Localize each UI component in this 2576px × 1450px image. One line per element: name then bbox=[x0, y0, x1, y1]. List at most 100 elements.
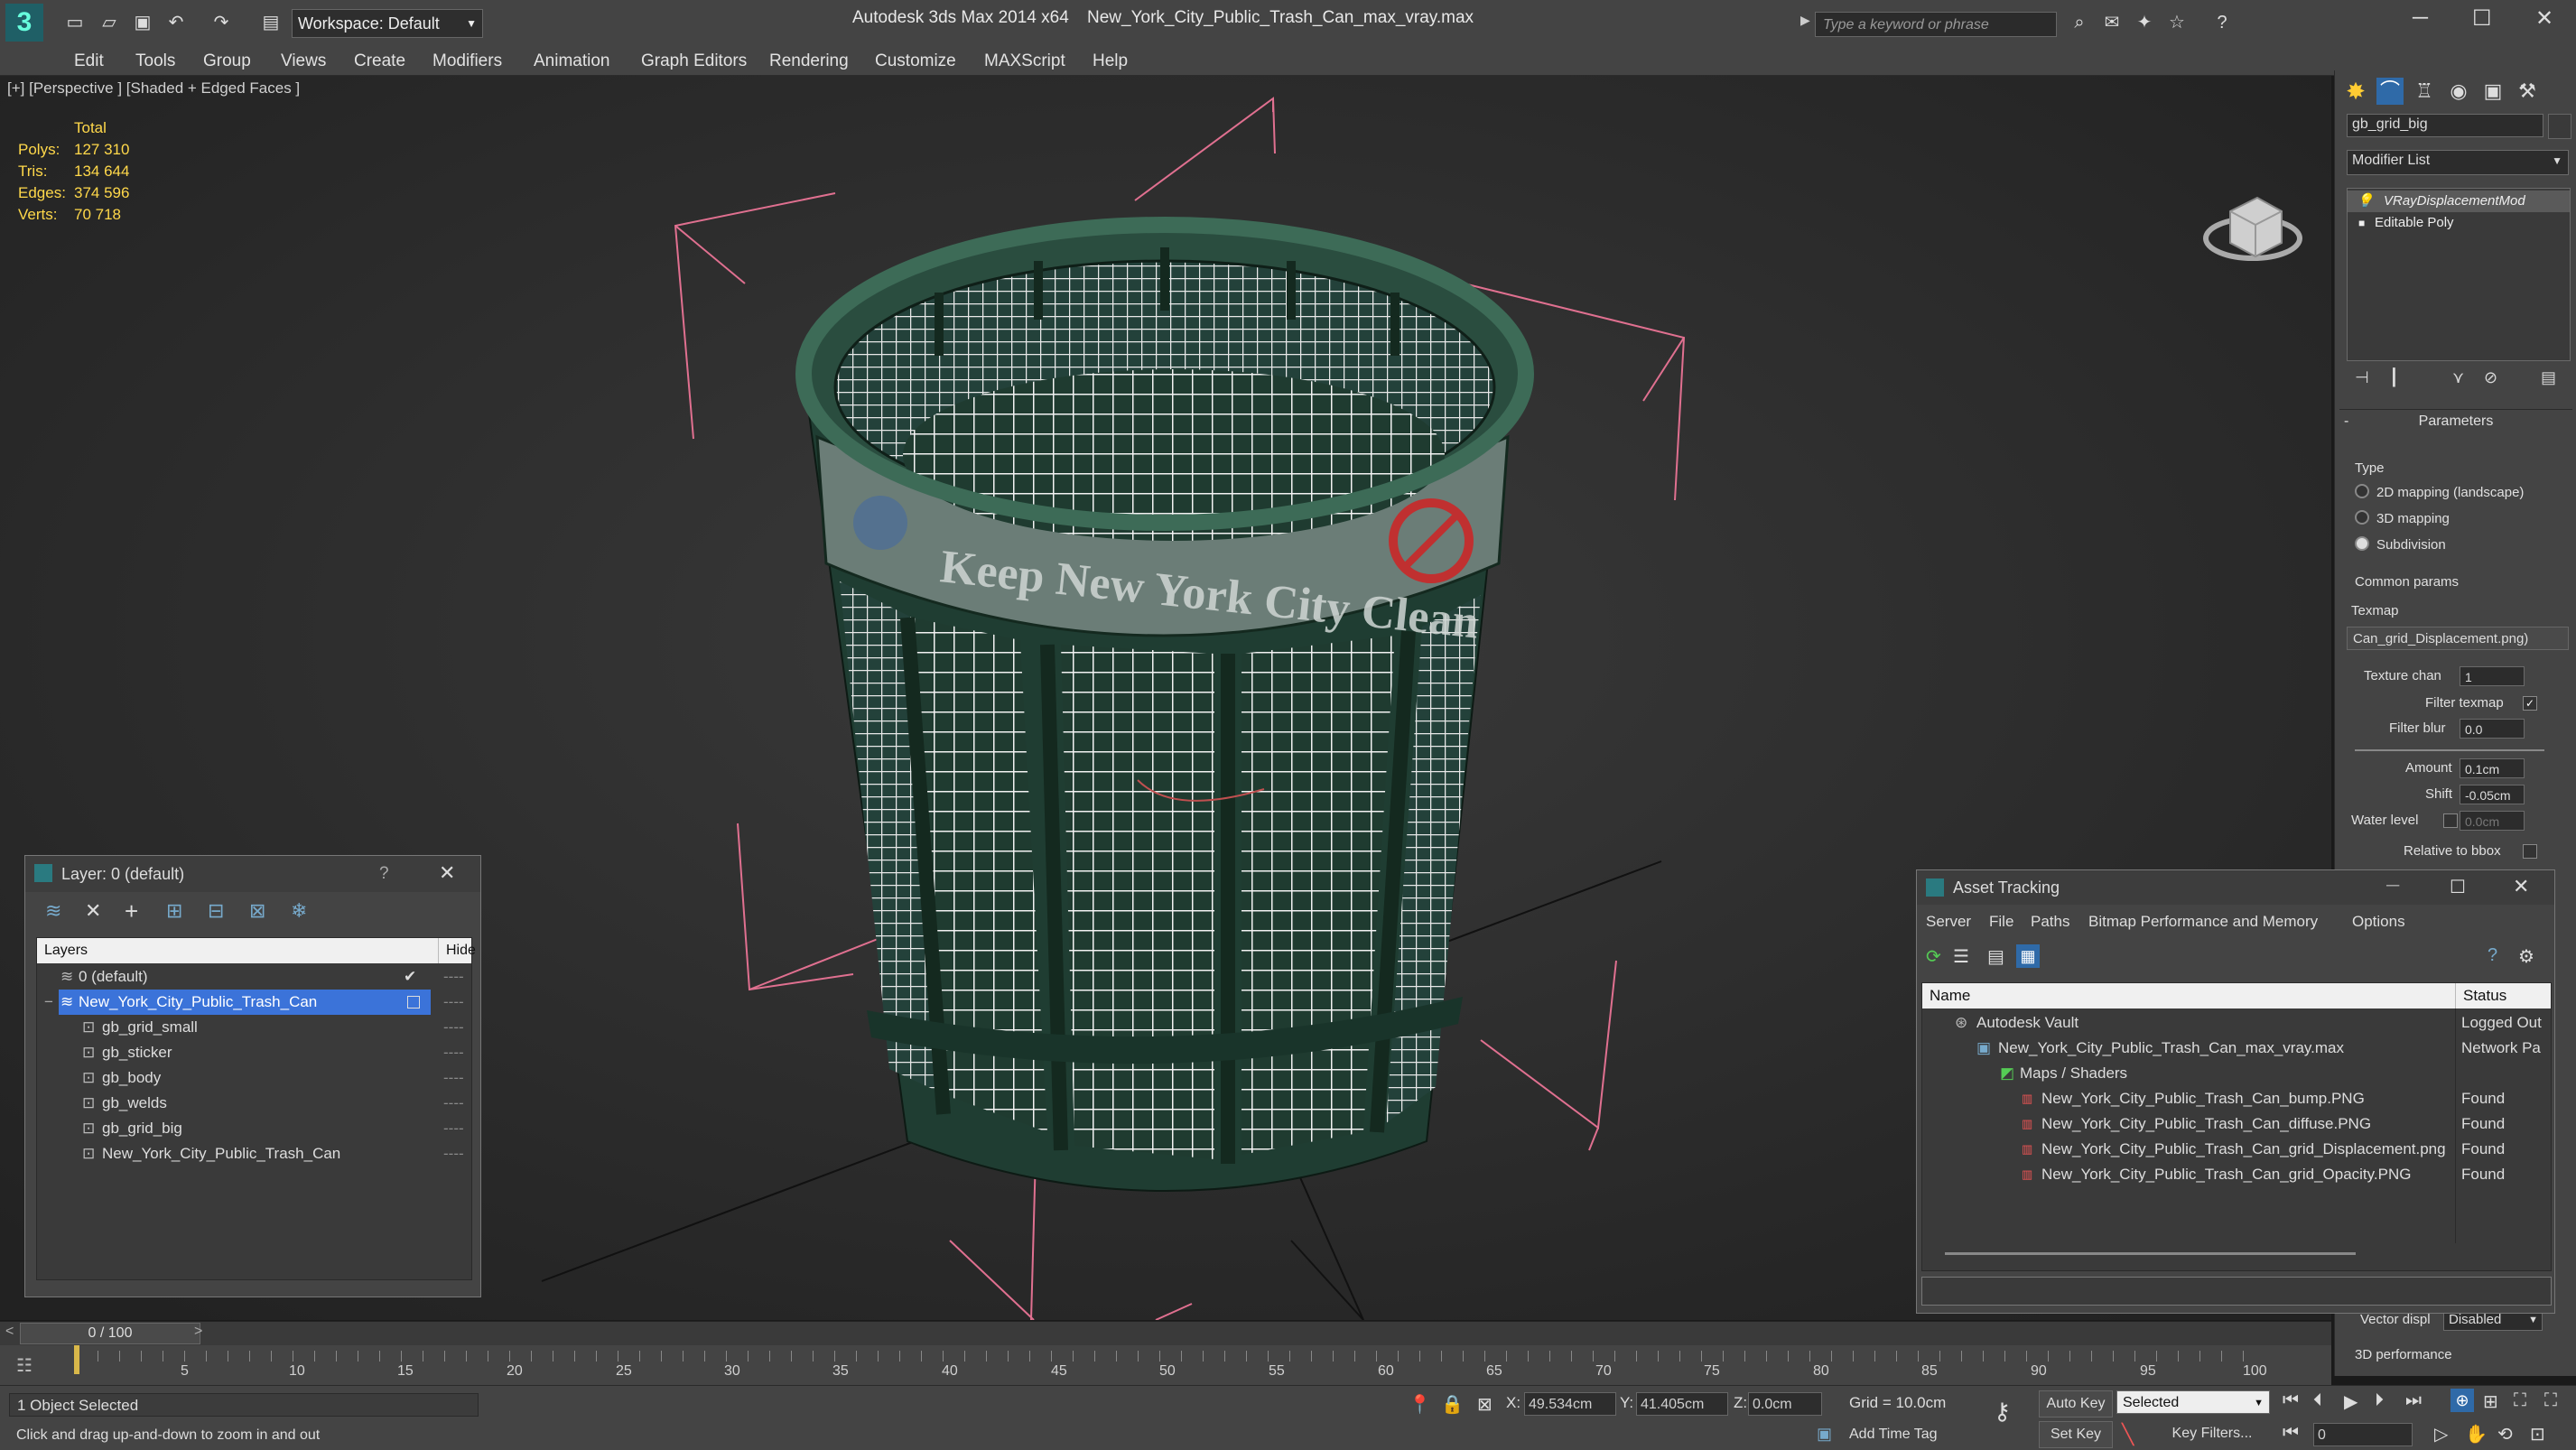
menu-graph-editors[interactable]: Graph Editors bbox=[641, 51, 747, 71]
asset-row[interactable]: ▥ New_York_City_Public_Trash_Can_bump.PNG… bbox=[1922, 1086, 2551, 1111]
hide-toggle[interactable]: ---- bbox=[443, 1116, 464, 1141]
radio-3d-mapping[interactable]: 3D mapping bbox=[2355, 510, 2450, 526]
key-filters-button[interactable]: Key Filters... bbox=[2158, 1421, 2266, 1446]
show-end-result-icon[interactable]: ┃ bbox=[2389, 368, 2399, 387]
help-icon[interactable]: ? bbox=[379, 864, 389, 884]
project-folder-icon[interactable]: ▤ bbox=[259, 11, 283, 34]
relative-bbox-checkbox[interactable] bbox=[2523, 844, 2537, 859]
redo-icon[interactable]: ↷ bbox=[209, 11, 233, 34]
asset-menu-options[interactable]: Options bbox=[2352, 913, 2405, 931]
asset-row[interactable]: ⊛ Autodesk Vault Logged Out bbox=[1922, 1010, 2551, 1036]
help-icon[interactable]: ? bbox=[2488, 945, 2497, 966]
zoom-extents-icon[interactable]: ⛶ bbox=[2514, 1390, 2526, 1411]
x-coordinate-field[interactable]: 49.534cm bbox=[1524, 1392, 1616, 1416]
key-mode-icon[interactable]: ⚷ bbox=[1994, 1398, 2011, 1426]
stack-item-vraydisplacement[interactable]: 💡 VRayDisplacementMod bbox=[2348, 191, 2570, 212]
layer-row[interactable]: ⊡ New_York_City_Public_Trash_Can ---- bbox=[37, 1141, 471, 1167]
maximize-viewport-icon[interactable]: ⊡ bbox=[2530, 1423, 2545, 1445]
water-level-checkbox[interactable] bbox=[2443, 813, 2458, 828]
next-frame-icon[interactable]: > bbox=[194, 1324, 202, 1340]
hide-toggle[interactable]: ---- bbox=[443, 1015, 464, 1040]
radio-subdivision[interactable]: Subdivision bbox=[2355, 536, 2446, 553]
menu-customize[interactable]: Customize bbox=[875, 51, 956, 71]
undo-icon[interactable]: ↶ bbox=[164, 11, 188, 34]
menu-create[interactable]: Create bbox=[354, 51, 405, 71]
next-frame-icon[interactable]: ⏵ bbox=[2375, 1390, 2384, 1411]
app-logo-icon[interactable]: 3 bbox=[5, 4, 43, 42]
amount-spinner[interactable]: 0.1cm bbox=[2460, 758, 2525, 778]
minimize-icon[interactable]: ─ bbox=[2386, 876, 2399, 897]
binoculars-icon[interactable]: ⌕ bbox=[2068, 11, 2091, 34]
object-color-swatch[interactable] bbox=[2548, 114, 2571, 139]
layer-row[interactable]: ≋ 0 (default) ✔ ---- bbox=[37, 964, 471, 990]
asset-menu-file[interactable]: File bbox=[1989, 913, 2013, 931]
modifier-list-dropdown[interactable]: Modifier List ▼ bbox=[2347, 150, 2569, 175]
detail-view-icon[interactable]: ▤ bbox=[1987, 945, 2004, 968]
list-view-icon[interactable]: ☰ bbox=[1953, 945, 1969, 968]
menu-edit[interactable]: Edit bbox=[74, 51, 104, 71]
layer-row[interactable]: − ≋ New_York_City_Public_Trash_Can ---- bbox=[37, 990, 471, 1015]
close-icon[interactable]: ✕ bbox=[2513, 875, 2529, 898]
lightbulb-icon[interactable]: 💡 bbox=[2357, 191, 2374, 212]
zoom-extents-all-icon[interactable]: ⛶ bbox=[2544, 1390, 2557, 1411]
hide-toggle[interactable]: ---- bbox=[443, 1040, 464, 1065]
layer-dialog-titlebar[interactable]: Layer: 0 (default) ? ✕ bbox=[25, 856, 480, 892]
zoom-icon[interactable]: ⊕ bbox=[2450, 1389, 2474, 1412]
maximize-icon[interactable]: ☐ bbox=[2450, 876, 2466, 898]
collapse-icon[interactable]: − bbox=[44, 990, 53, 1015]
help-icon[interactable]: ? bbox=[2210, 11, 2234, 34]
radio-2d-mapping[interactable]: 2D mapping (landscape) bbox=[2355, 484, 2524, 500]
utilities-tab-icon[interactable]: ⚒ bbox=[2514, 78, 2541, 105]
configure-sets-icon[interactable]: ▤ bbox=[2541, 368, 2556, 387]
layer-row[interactable]: ⊡ gb_welds ---- bbox=[37, 1091, 471, 1116]
set-key-icon[interactable]: ╲ bbox=[2122, 1423, 2134, 1446]
layer-row[interactable]: ⊡ gb_grid_small ---- bbox=[37, 1015, 471, 1040]
y-coordinate-field[interactable]: 41.405cm bbox=[1636, 1392, 1728, 1416]
col-layers[interactable]: Layers bbox=[44, 938, 88, 963]
go-to-start-icon[interactable]: ⏮ bbox=[2283, 1390, 2299, 1411]
new-file-icon[interactable]: ▭ bbox=[63, 11, 87, 34]
close-icon[interactable]: ✕ bbox=[439, 861, 455, 885]
asset-row[interactable]: ▥ New_York_City_Public_Trash_Can_grid_Dis… bbox=[1922, 1137, 2551, 1162]
stack-item-editable-poly[interactable]: ■ Editable Poly bbox=[2348, 212, 2570, 234]
menu-rendering[interactable]: Rendering bbox=[769, 51, 849, 71]
parameters-rollout[interactable]: - Parameters bbox=[2335, 414, 2576, 430]
modify-tab-icon[interactable]: ⌒ bbox=[2376, 78, 2404, 105]
previous-frame-icon[interactable]: ⏴ bbox=[2313, 1390, 2322, 1411]
col-status[interactable]: Status bbox=[2455, 983, 2506, 1008]
search-arrow-icon[interactable]: ▶ bbox=[1800, 13, 1810, 28]
time-slider-thumb[interactable]: 0 / 100 bbox=[20, 1323, 200, 1344]
asset-row[interactable]: ◩ Maps / Shaders bbox=[1922, 1061, 2551, 1086]
delete-layer-icon[interactable]: ✕ bbox=[85, 899, 101, 923]
layer-row[interactable]: ⊡ gb_sticker ---- bbox=[37, 1040, 471, 1065]
make-unique-icon[interactable]: ⋎ bbox=[2452, 368, 2464, 387]
selection-set-dropdown[interactable]: Selected ▼ bbox=[2116, 1390, 2270, 1414]
hide-toggle[interactable]: ---- bbox=[443, 1091, 464, 1116]
asset-row[interactable]: ▥ New_York_City_Public_Trash_Can_grid_Opa… bbox=[1922, 1162, 2551, 1187]
menu-tools[interactable]: Tools bbox=[135, 51, 175, 71]
water-level-spinner[interactable]: 0.0cm bbox=[2460, 811, 2525, 831]
set-key-button[interactable]: Set Key bbox=[2039, 1421, 2113, 1448]
menu-group[interactable]: Group bbox=[203, 51, 251, 71]
menu-help[interactable]: Help bbox=[1093, 51, 1128, 71]
auto-key-button[interactable]: Auto Key bbox=[2039, 1390, 2113, 1417]
absolute-mode-icon[interactable]: ⊠ bbox=[1477, 1393, 1493, 1416]
open-file-icon[interactable]: ▱ bbox=[98, 11, 121, 34]
pan-icon[interactable]: ✋ bbox=[2465, 1423, 2488, 1445]
texture-chan-spinner[interactable]: 1 bbox=[2460, 666, 2525, 686]
asset-row[interactable]: ▥ New_York_City_Public_Trash_Can_diffuse.… bbox=[1922, 1111, 2551, 1137]
asset-row[interactable]: ▣ New_York_City_Public_Trash_Can_max_vray… bbox=[1922, 1036, 2551, 1061]
time-tag-icon[interactable]: ▣ bbox=[1817, 1425, 1832, 1444]
add-selected-icon[interactable]: + bbox=[125, 897, 138, 925]
minimize-icon[interactable]: ─ bbox=[2413, 5, 2428, 31]
horizontal-scrollbar[interactable] bbox=[1945, 1252, 2356, 1255]
object-name-field[interactable]: gb_grid_big bbox=[2347, 114, 2543, 137]
table-view-icon[interactable]: ▦ bbox=[2016, 944, 2040, 968]
motion-tab-icon[interactable]: ◉ bbox=[2445, 78, 2472, 105]
current-layer-box[interactable] bbox=[407, 996, 420, 1008]
filter-texmap-checkbox[interactable]: ✓ bbox=[2523, 696, 2537, 711]
settings-icon[interactable]: ⚙ bbox=[2518, 945, 2534, 968]
menu-maxscript[interactable]: MAXScript bbox=[984, 51, 1065, 71]
menu-animation[interactable]: Animation bbox=[534, 51, 610, 71]
hide-all-icon[interactable]: ⊠ bbox=[249, 899, 265, 923]
